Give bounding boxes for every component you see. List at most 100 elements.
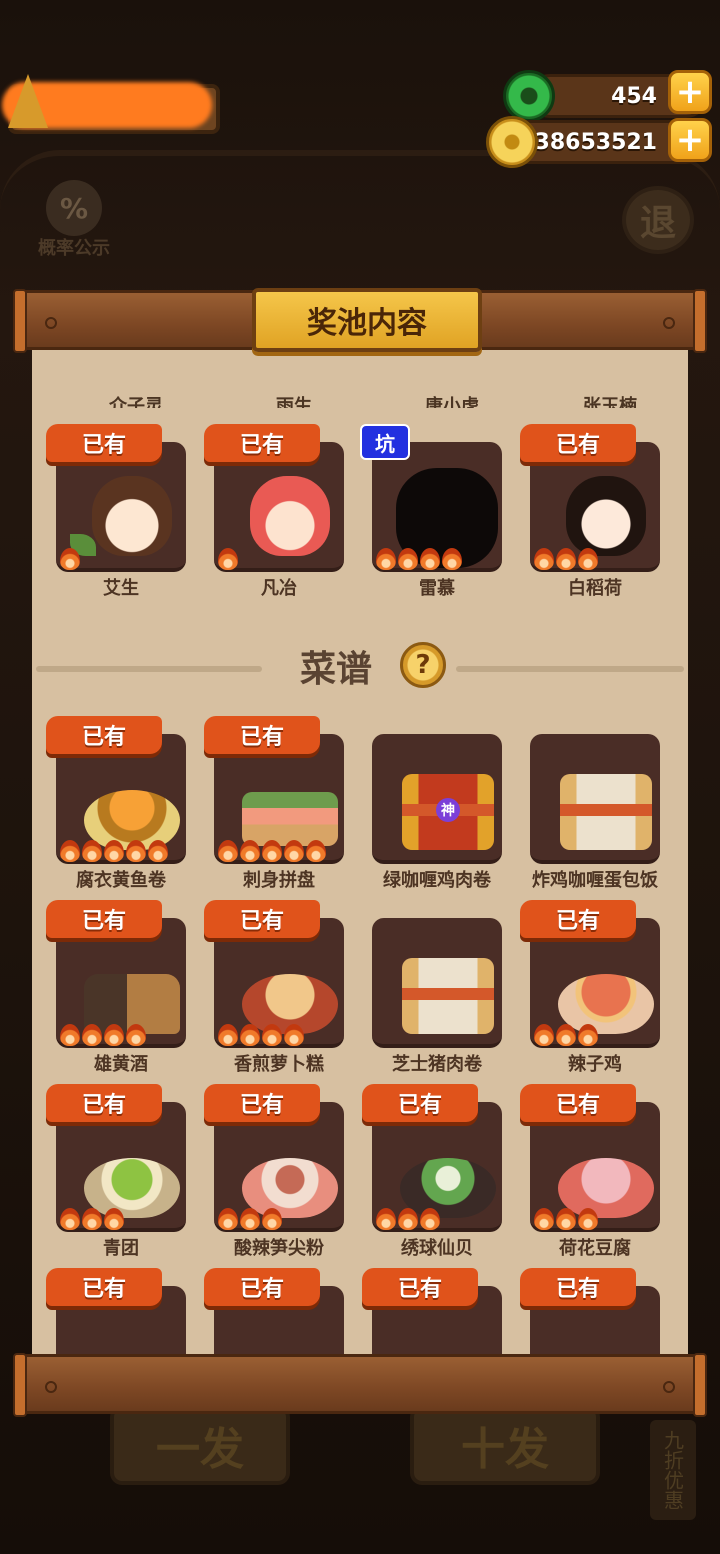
flame-icon xyxy=(82,840,102,862)
flame-icon xyxy=(262,1024,282,1046)
rod-cap xyxy=(693,1353,707,1417)
flame-icon xyxy=(556,1208,576,1230)
recipe-card[interactable]: 已有 酸辣笋尖粉 xyxy=(204,1084,344,1264)
scroll-ribbon xyxy=(560,804,652,816)
flame-icon xyxy=(534,1024,554,1046)
discount-label: 九折优惠 xyxy=(660,1430,685,1510)
recipe-name: 香煎萝卜糕 xyxy=(234,1054,324,1075)
flame-icon xyxy=(218,548,238,570)
flame-icon xyxy=(126,840,146,862)
character-name: 艾生 xyxy=(103,578,139,599)
dish-image xyxy=(242,792,338,846)
flame-icon xyxy=(60,1024,80,1046)
rarity-flames xyxy=(218,1024,340,1048)
recipe-card[interactable]: 炸鸡咖喱蛋包饭 xyxy=(520,716,660,896)
character-name: 白稻荷 xyxy=(568,578,622,599)
rarity-flames xyxy=(376,1208,498,1232)
flame-icon xyxy=(398,548,418,570)
rod-cap xyxy=(13,289,27,353)
recipe-card[interactable]: 已有荷花豆腐 xyxy=(520,1084,660,1264)
recipe-card[interactable]: 已有 xyxy=(204,1268,344,1358)
scroll-bottom-rod xyxy=(13,1353,707,1417)
flame-icon xyxy=(262,1208,282,1230)
flame-icon xyxy=(148,840,168,862)
rarity-flames xyxy=(60,840,182,864)
flame-icon xyxy=(578,1024,598,1046)
recipe-name: 酸辣笋尖粉 xyxy=(234,1238,324,1259)
recipe-name: 芝士猪肉卷 xyxy=(392,1054,482,1075)
flame-icon xyxy=(126,1024,146,1046)
recipe-card[interactable]: 已有 xyxy=(520,1268,660,1358)
character-card[interactable]: 已有 凡冶 xyxy=(204,424,344,604)
flame-icon xyxy=(442,548,462,570)
flame-icon xyxy=(284,1024,304,1046)
draw-one-button[interactable]: 一发 xyxy=(110,1405,290,1485)
pit-badge: 坑 xyxy=(360,424,410,460)
recipe-card[interactable]: 已有 雄黄酒 xyxy=(46,900,186,1080)
recipe-card[interactable]: 已有 xyxy=(46,1268,186,1358)
owned-badge: 已有 xyxy=(204,900,320,938)
recipe-name: 雄黄酒 xyxy=(94,1054,148,1075)
character-name: 雷慕 xyxy=(419,578,455,599)
flame-icon xyxy=(104,840,124,862)
owned-badge: 已有 xyxy=(46,1084,162,1122)
recipe-card[interactable]: 已有绣球仙贝 xyxy=(362,1084,502,1264)
recipe-name: 绣球仙贝 xyxy=(401,1238,473,1259)
recipe-scroll-icon xyxy=(560,774,652,850)
owned-badge: 已有 xyxy=(46,1268,162,1306)
character-card[interactable]: 已有艾生 xyxy=(46,424,186,604)
owned-badge: 已有 xyxy=(362,1268,478,1306)
character-portrait xyxy=(250,476,330,556)
recipe-card[interactable]: 神绿咖喱鸡肉卷 xyxy=(362,716,502,896)
modal-title: 奖池内容 xyxy=(252,288,482,352)
flame-icon xyxy=(376,1208,396,1230)
character-card[interactable]: 坑雷慕 xyxy=(360,424,502,604)
recipe-card[interactable]: 已有 辣子鸡 xyxy=(520,900,660,1080)
recipe-card[interactable]: 已有青团 xyxy=(46,1084,186,1264)
scroll-ribbon xyxy=(402,988,494,1000)
character-portrait xyxy=(92,476,172,556)
flame-icon xyxy=(376,548,396,570)
flame-icon xyxy=(578,1208,598,1230)
owned-badge: 已有 xyxy=(362,1084,478,1122)
recipe-card[interactable]: 已有刺身拼盘 xyxy=(204,716,344,896)
flame-icon xyxy=(82,1024,102,1046)
rarity-flames xyxy=(60,548,182,572)
flame-icon xyxy=(420,548,440,570)
flame-icon xyxy=(534,548,554,570)
recipe-name: 荷花豆腐 xyxy=(559,1238,631,1259)
recipe-name: 腐衣黄鱼卷 xyxy=(76,870,166,891)
rarity-flames xyxy=(60,1208,182,1232)
flame-icon xyxy=(240,1208,260,1230)
owned-badge: 已有 xyxy=(46,424,162,462)
rarity-flames xyxy=(60,1024,182,1048)
recipe-scroll-icon: 神 xyxy=(402,774,494,850)
recipe-card[interactable]: 芝士猪肉卷 xyxy=(362,900,502,1080)
flame-icon xyxy=(556,548,576,570)
character-card[interactable]: 已有 白稻荷 xyxy=(520,424,660,604)
flame-icon xyxy=(420,1208,440,1230)
flame-icon xyxy=(60,1208,80,1230)
recipe-name: 炸鸡咖喱蛋包饭 xyxy=(532,870,658,891)
recipe-card[interactable]: 已有香煎萝卜糕 xyxy=(204,900,344,1080)
owned-badge: 已有 xyxy=(204,716,320,754)
owned-badge: 已有 xyxy=(520,900,636,938)
flame-icon xyxy=(104,1208,124,1230)
draw-ten-button[interactable]: 十发 xyxy=(410,1405,600,1485)
character-name: 凡冶 xyxy=(261,578,297,599)
flame-icon xyxy=(218,1024,238,1046)
rarity-flames xyxy=(534,1208,656,1232)
recipe-name: 青团 xyxy=(103,1238,139,1259)
rarity-flames xyxy=(376,1024,498,1048)
flame-icon xyxy=(240,840,260,862)
draw-one-label: 一发 xyxy=(156,1424,244,1475)
prize-grid: 已有 艾生 已有 凡冶坑雷慕 已有 白稻荷 已有 腐衣黄鱼卷 已有 刺身拼盘神绿咖喱鸡肉卷 炸鸡咖喱… xyxy=(0,0,720,1358)
owned-badge: 已有 xyxy=(204,1268,320,1306)
recipe-name: 刺身拼盘 xyxy=(243,870,315,891)
flame-icon xyxy=(82,1208,102,1230)
recipe-card[interactable]: 已有 腐衣黄鱼卷 xyxy=(46,716,186,896)
owned-badge: 已有 xyxy=(520,1084,636,1122)
flame-icon xyxy=(556,1024,576,1046)
recipe-card[interactable]: 已有 xyxy=(362,1268,502,1358)
recipe-name: 绿咖喱鸡肉卷 xyxy=(383,870,491,891)
